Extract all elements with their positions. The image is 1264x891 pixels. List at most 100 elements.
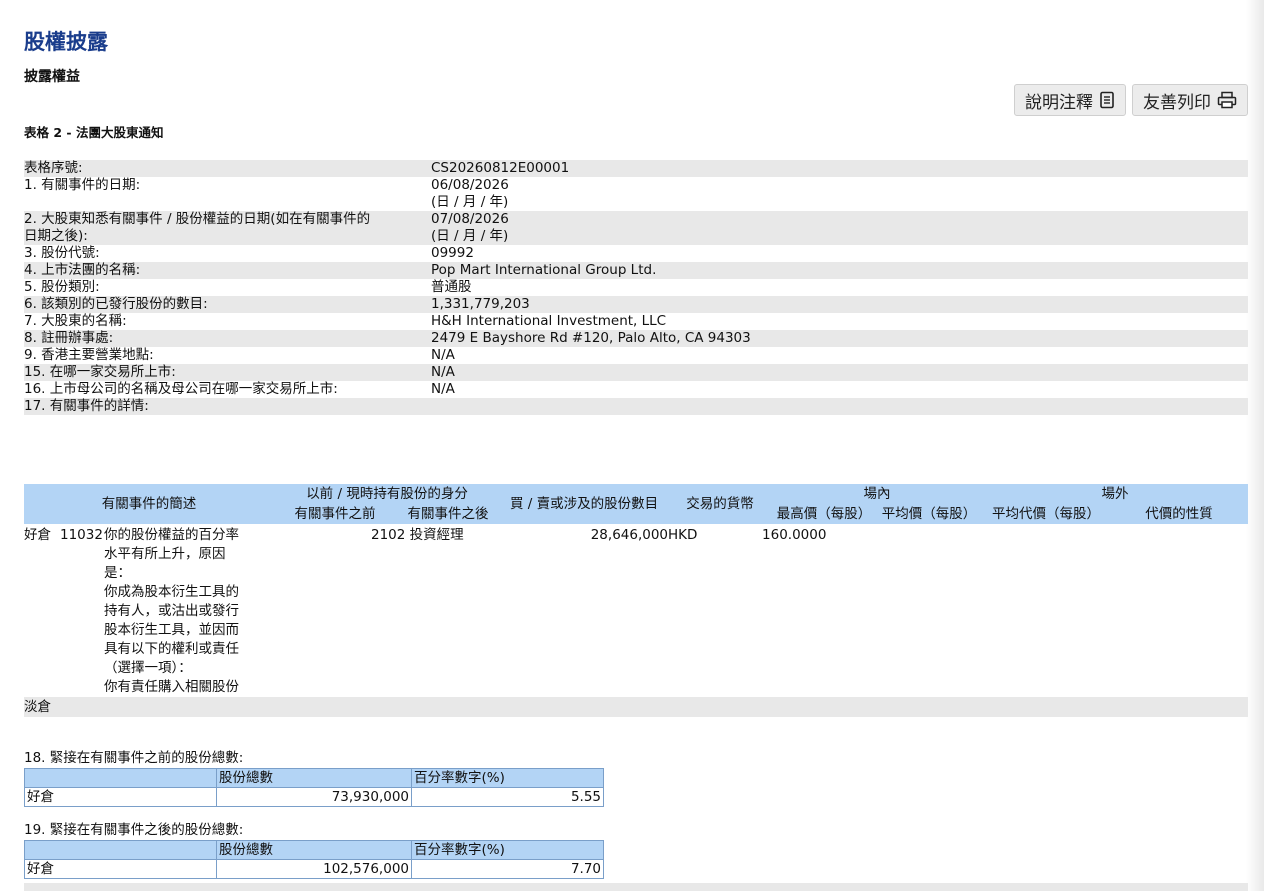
- form-heading: 表格 2 - 法團大股東通知: [24, 125, 164, 140]
- page-subtitle: 披露權益: [24, 69, 80, 85]
- header-currency: 交易的貨幣: [668, 484, 773, 524]
- consideration-nature-cell: [1110, 524, 1248, 697]
- info-label: 表格序號:: [24, 160, 431, 177]
- info-row-event-date: 1. 有關事件的日期: 06/08/2026 (日 / 月 / 年): [24, 177, 1248, 211]
- info-label: 5. 股份類別:: [24, 279, 100, 295]
- info-row-event-details: 17. 有關事件的詳情:: [24, 398, 1248, 415]
- notes-button-label: 說明注釋: [1025, 92, 1093, 113]
- info-row-shareholder-name: 7. 大股東的名稱: H&H International Investment,…: [24, 313, 1248, 330]
- header-shares-involved: 買 / 賣或涉及的股份數目: [500, 484, 669, 524]
- info-value: 09992: [431, 245, 474, 261]
- description-line: 股本衍生工具，並因而: [104, 622, 239, 638]
- info-label-line: 日期之後):: [24, 228, 88, 244]
- description-line: 持有人，或沽出或發行: [104, 603, 239, 619]
- info-row-share-class: 5. 股份類別: 普通股: [24, 279, 1248, 296]
- highest-price-cell: 160.0000: [762, 524, 876, 697]
- header-percentage: 百分率數字(%): [411, 768, 604, 788]
- notes-button[interactable]: 說明注釋: [1014, 84, 1126, 116]
- average-price-cell: [876, 524, 982, 697]
- before-total-table: 股份總數 百分率數字(%) 好倉 73,930,000 5.55: [24, 768, 604, 807]
- info-row-listed-exchange: 15. 在哪一家交易所上市: N/A: [24, 364, 1248, 381]
- info-row-stock-code: 3. 股份代號: 09992: [24, 245, 1248, 262]
- after-total-block: 19. 緊接在有關事件之後的股份總數: 股份總數 百分率數字(%) 好倉 102…: [24, 820, 1248, 879]
- before-total-row: 好倉 73,930,000 5.55: [24, 787, 604, 807]
- info-value: [431, 398, 1248, 415]
- after-total-row: 好倉 102,576,000 7.70: [24, 859, 604, 879]
- header-percentage: 百分率數字(%): [411, 840, 604, 860]
- info-row-form-no: 表格序號: CS20260812E00001: [24, 160, 1248, 177]
- info-label: 15. 在哪一家交易所上市:: [24, 364, 431, 381]
- description-line: 水平有所上升，原因: [104, 546, 226, 562]
- details-header-row: 有關事件的簡述 以前 / 現時持有股份的身分 買 / 賣或涉及的股份數目 交易的…: [24, 484, 1249, 524]
- info-value: 2479 E Bayshore Rd #120, Palo Alto, CA 9…: [431, 330, 1248, 347]
- info-value: 06/08/2026 (日 / 月 / 年): [431, 177, 1248, 211]
- header-after: 有關事件之後: [396, 504, 501, 524]
- info-value-line: 06/08/2026: [431, 177, 509, 193]
- event-code: 11032: [60, 527, 103, 543]
- printer-icon: [1217, 91, 1237, 109]
- position-label: 好倉: [24, 527, 51, 543]
- percentage-value: 7.70: [411, 859, 604, 879]
- event-details-table: 有關事件的簡述 以前 / 現時持有股份的身分 買 / 賣或涉及的股份數目 交易的…: [24, 484, 1249, 717]
- info-value-format: (日 / 月 / 年): [431, 228, 509, 244]
- shares-involved: 28,646,000: [590, 527, 669, 543]
- after-total-table: 股份總數 百分率數字(%) 好倉 102,576,000 7.70: [24, 840, 604, 879]
- info-row-issued-shares: 6. 該類別的已發行股份的數目: 1,331,779,203: [24, 296, 1248, 313]
- header-capacity: 以前 / 現時持有股份的身分: [274, 484, 501, 504]
- info-value: 普通股: [431, 279, 472, 295]
- after-total-label: 19. 緊接在有關事件之後的股份總數:: [24, 822, 244, 838]
- info-label: 2. 大股東知悉有關事件 / 股份權益的日期(如在有關事件的 日期之後):: [24, 211, 431, 245]
- header-off-exchange: 場外: [982, 484, 1249, 504]
- event-summary-cell: 好倉 11032 你的股份權益的百分率 水平有所上升，原因 是： 你成為股本衍生…: [24, 524, 274, 697]
- description-line: 你的股份權益的百分率: [104, 527, 239, 543]
- info-value-format: (日 / 月 / 年): [431, 194, 509, 210]
- avg-consideration-cell: [982, 524, 1110, 697]
- before-total-block: 18. 緊接在有關事件之前的股份總數: 股份總數 百分率數字(%) 好倉 73,…: [24, 748, 1248, 807]
- toolbar: 說明注釋 友善列印: [1014, 84, 1248, 116]
- description-line: 你成為股本衍生工具的: [104, 584, 239, 600]
- info-row-hk-office: 9. 香港主要營業地點: N/A: [24, 347, 1248, 364]
- description-line: 你有責任購入相關股份: [104, 679, 239, 695]
- capacity-before-cell: [274, 524, 396, 697]
- info-value: Pop Mart International Group Ltd.: [431, 262, 1248, 279]
- info-label: 1. 有關事件的日期:: [24, 177, 141, 193]
- page-title: 股權披露: [24, 29, 108, 54]
- info-row-aware-date: 2. 大股東知悉有關事件 / 股份權益的日期(如在有關事件的 日期之後): 07/…: [24, 211, 1248, 245]
- currency-value: HKD: [668, 527, 698, 543]
- header-avg-consideration: 平均代價（每股）: [982, 504, 1111, 524]
- info-label: 16. 上市母公司的名稱及母公司在哪一家交易所上市:: [24, 381, 338, 397]
- capacity-after-cell: 2102 投資經理: [371, 524, 500, 697]
- info-row-registered-office: 8. 註冊辦事處: 2479 E Bayshore Rd #120, Palo …: [24, 330, 1248, 347]
- header-blank: [24, 768, 217, 788]
- currency-cell: HKD: [668, 524, 772, 697]
- after-total-header: 股份總數 百分率數字(%): [24, 840, 604, 860]
- short-position-label: 淡倉: [24, 697, 1249, 717]
- info-value: 1,331,779,203: [431, 296, 1248, 313]
- info-value: N/A: [431, 347, 455, 363]
- info-value: 07/08/2026 (日 / 月 / 年): [431, 211, 1248, 245]
- shares-involved-cell: 28,646,000: [500, 524, 668, 697]
- details-row-long: 好倉 11032 你的股份權益的百分率 水平有所上升，原因 是： 你成為股本衍生…: [24, 524, 1248, 697]
- header-event-summary: 有關事件的簡述: [24, 484, 274, 524]
- info-label-line: 2. 大股東知悉有關事件 / 股份權益的日期(如在有關事件的: [24, 211, 371, 227]
- info-value-line: 07/08/2026: [431, 211, 509, 227]
- info-label: 3. 股份代號:: [24, 245, 100, 261]
- header-on-exchange: 場內: [772, 484, 983, 504]
- capacity-code: 2102: [371, 527, 406, 543]
- info-label: 17. 有關事件的詳情:: [24, 398, 431, 415]
- notes-icon: [1099, 91, 1115, 109]
- event-description: 你的股份權益的百分率 水平有所上升，原因 是： 你成為股本衍生工具的 持有人，或…: [104, 526, 274, 697]
- description-line: （選擇一項）：: [104, 660, 192, 676]
- print-button-label: 友善列印: [1143, 92, 1211, 113]
- print-button[interactable]: 友善列印: [1132, 84, 1248, 116]
- info-value: N/A: [431, 364, 1248, 381]
- info-row-company-name: 4. 上市法團的名稱: Pop Mart International Group…: [24, 262, 1248, 279]
- info-label: 4. 上市法團的名稱:: [24, 262, 431, 279]
- header-total-shares: 股份總數: [216, 768, 412, 788]
- total-shares-value: 102,576,000: [216, 859, 412, 879]
- description-line: 是：: [104, 565, 131, 581]
- header-before: 有關事件之前: [274, 504, 396, 524]
- info-label: 6. 該類別的已發行股份的數目:: [24, 296, 431, 313]
- capacity-name: 投資經理: [409, 527, 464, 543]
- info-label: 7. 大股東的名稱:: [24, 313, 127, 329]
